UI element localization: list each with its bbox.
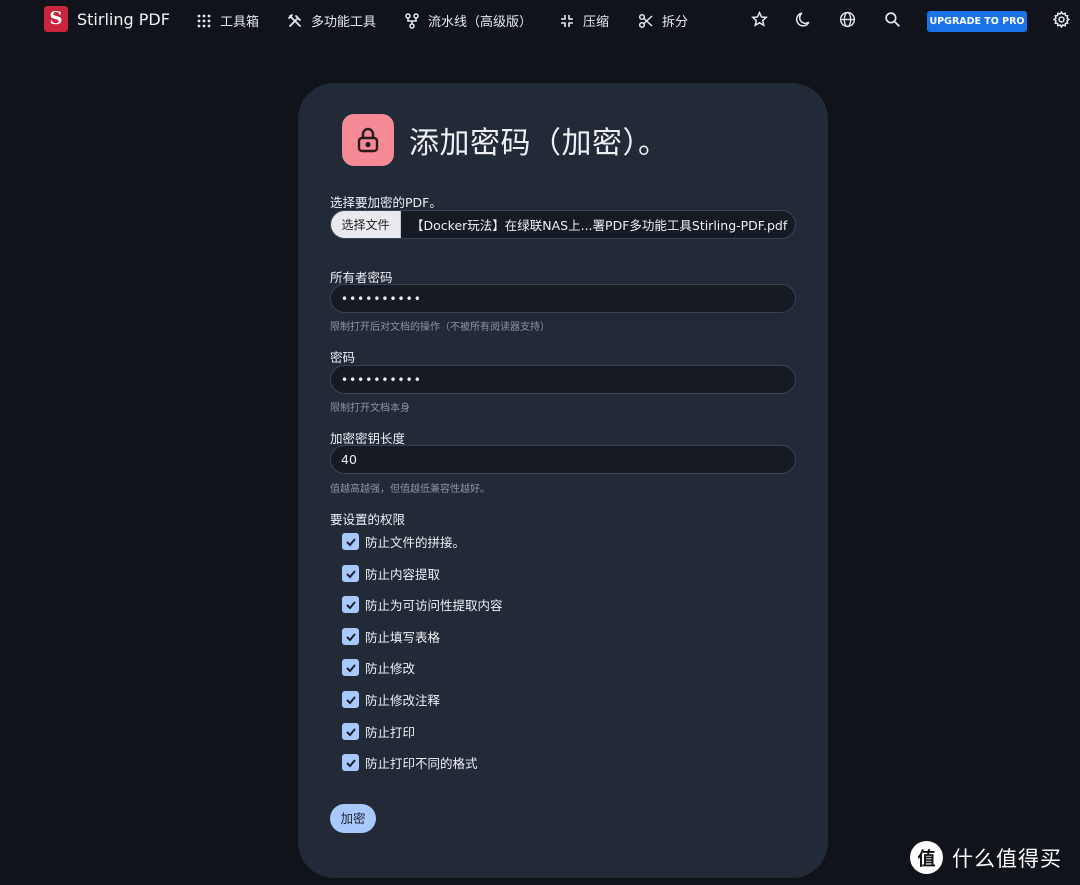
favorites-star-icon[interactable] <box>751 11 769 29</box>
checkbox-checked[interactable] <box>342 754 359 771</box>
watermark-logo-icon: 值 <box>910 841 943 874</box>
grid-icon <box>196 13 212 29</box>
encrypt-submit-button[interactable]: 加密 <box>330 804 376 833</box>
key-length-select[interactable]: 40 <box>330 445 796 474</box>
password-help: 限制打开文档本身 <box>330 403 410 414</box>
brand-name: Stirling PDF <box>77 9 170 29</box>
permission-label: 防止修改注释 <box>365 693 441 708</box>
key-length-value: 40 <box>341 452 357 467</box>
permission-checkbox-row[interactable]: 防止填写表格 <box>342 627 440 646</box>
permission-checkbox-row[interactable]: 防止修改 <box>342 658 415 677</box>
password-label: 密码 <box>330 350 356 365</box>
nav-item-multi-tool[interactable]: 多功能工具 <box>287 11 376 30</box>
upgrade-to-pro-button[interactable]: UPGRADE TO PRO <box>927 11 1027 32</box>
nav-item-pipeline[interactable]: 流水线（高级版） <box>404 11 532 30</box>
password-value: •••••••••• <box>341 373 422 387</box>
tools-icon <box>287 13 303 29</box>
permission-checkbox-row[interactable]: 防止打印 <box>342 722 415 741</box>
permission-label: 防止文件的拼接。 <box>365 535 466 550</box>
owner-password-input[interactable]: •••••••••• <box>330 284 796 313</box>
brand-link[interactable]: S Stirling PDF <box>44 6 170 32</box>
nav-item-toolbox[interactable]: 工具箱 <box>196 11 259 30</box>
stirling-logo-icon: S <box>44 6 68 32</box>
password-input[interactable]: •••••••••• <box>330 365 796 394</box>
permission-label: 防止打印不同的格式 <box>365 756 478 771</box>
checkbox-checked[interactable] <box>342 533 359 550</box>
owner-password-value: •••••••••• <box>341 292 422 306</box>
checkbox-checked[interactable] <box>342 596 359 613</box>
checkbox-checked[interactable] <box>342 723 359 740</box>
permission-checkbox-row[interactable]: 防止内容提取 <box>342 564 440 583</box>
watermark-logo-glyph: 值 <box>917 848 936 870</box>
page-title: 添加密码（加密）。 <box>409 126 669 161</box>
checkbox-checked[interactable] <box>342 659 359 676</box>
checkbox-checked[interactable] <box>342 691 359 708</box>
permission-checkbox-row[interactable]: 防止为可访问性提取内容 <box>342 595 503 614</box>
permission-checkbox-row[interactable]: 防止文件的拼接。 <box>342 532 465 551</box>
nav-item-label: 压缩 <box>583 15 610 30</box>
choose-file-button[interactable]: 选择文件 <box>331 211 401 238</box>
permission-checkbox-row[interactable]: 防止打印不同的格式 <box>342 753 478 772</box>
owner-password-help: 限制打开后对文档的操作（不被所有阅读器支持） <box>330 322 550 333</box>
dark-mode-moon-icon[interactable] <box>795 11 813 29</box>
nav-item-label: 工具箱 <box>220 15 260 30</box>
permissions-label: 要设置的权限 <box>330 512 406 527</box>
permission-label: 防止打印 <box>365 725 416 740</box>
permission-checkbox-row[interactable]: 防止修改注释 <box>342 690 440 709</box>
top-navbar: S Stirling PDF 工具箱 多功能工具 流水线（高级版） 压缩 拆分 … <box>0 0 1080 40</box>
nav-item-compress[interactable]: 压缩 <box>559 11 609 30</box>
checkbox-checked[interactable] <box>342 628 359 645</box>
settings-gear-icon[interactable] <box>1053 11 1071 29</box>
nav-item-label: 拆分 <box>662 15 689 30</box>
lock-icon <box>342 114 394 166</box>
file-label: 选择要加密的PDF。 <box>330 195 442 210</box>
smzdm-watermark: 值 什么值得买 <box>910 841 1062 874</box>
selected-file-name: 【Docker玩法】在绿联NAS上...署PDF多功能工具Stirling-PD… <box>411 218 788 233</box>
permission-label: 防止为可访问性提取内容 <box>365 598 503 613</box>
checkbox-checked[interactable] <box>342 565 359 582</box>
nav-item-label: 流水线（高级版） <box>428 15 533 30</box>
nav-item-split[interactable]: 拆分 <box>638 11 688 30</box>
file-input[interactable]: 选择文件 【Docker玩法】在绿联NAS上...署PDF多功能工具Stirli… <box>330 210 796 239</box>
permission-label: 防止内容提取 <box>365 567 441 582</box>
title-row: 添加密码（加密）。 <box>342 114 669 166</box>
pipeline-icon <box>404 12 420 29</box>
add-password-card: 添加密码（加密）。 选择要加密的PDF。 选择文件 【Docker玩法】在绿联N… <box>298 83 828 878</box>
permission-label: 防止修改 <box>365 661 416 676</box>
scissors-icon <box>638 13 654 29</box>
nav-item-label: 多功能工具 <box>311 15 377 30</box>
key-length-help: 值越高越强，但值越低兼容性越好。 <box>330 484 490 495</box>
language-globe-icon[interactable] <box>839 11 857 29</box>
permission-label: 防止填写表格 <box>365 630 441 645</box>
search-icon[interactable] <box>884 11 902 29</box>
compress-icon <box>559 13 575 29</box>
watermark-text: 什么值得买 <box>952 846 1062 871</box>
